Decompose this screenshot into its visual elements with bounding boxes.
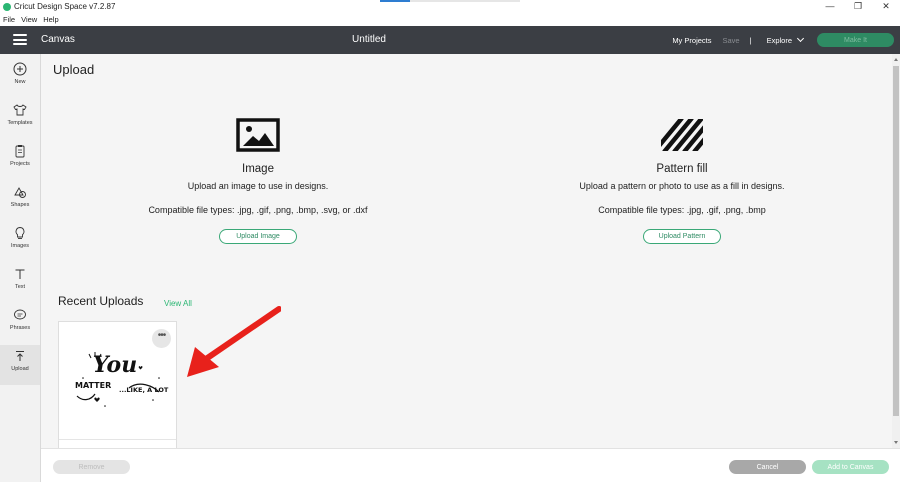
upload-thumbnail[interactable]: You MATTER ...LIKE, A LOT! bbox=[69, 348, 169, 416]
recent-uploads-heading: Recent Uploads bbox=[58, 294, 144, 308]
sidebar-item-new[interactable]: New bbox=[0, 58, 40, 98]
pattern-file-types: Compatible file types: .jpg, .gif, .png,… bbox=[598, 205, 766, 215]
window-title-bar: Cricut Design Space v7.2.87 — ❐ ✕ bbox=[0, 0, 900, 14]
explore-menu[interactable]: Explore bbox=[767, 36, 792, 45]
tshirt-icon bbox=[13, 104, 27, 116]
sidebar-item-label: Phrases bbox=[9, 325, 31, 331]
art-text-matter: MATTER bbox=[75, 381, 111, 390]
menu-file[interactable]: File bbox=[3, 14, 15, 26]
pattern-fill-icon bbox=[660, 118, 704, 152]
sidebar-item-upload[interactable]: Upload bbox=[0, 345, 40, 385]
left-sidebar: New Templates Projects Shapes Images Tex… bbox=[0, 54, 41, 482]
close-button[interactable]: ✕ bbox=[872, 0, 900, 14]
make-it-button[interactable]: Make It bbox=[817, 33, 894, 47]
app-root: Cricut Design Space v7.2.87 — ❐ ✕ File V… bbox=[0, 0, 900, 482]
shapes-icon bbox=[14, 187, 26, 198]
vertical-scrollbar[interactable] bbox=[892, 54, 900, 448]
tab-strip bbox=[380, 0, 520, 2]
recent-upload-card[interactable]: ••• You MATTER ...LIKE, A LOT! bbox=[58, 321, 177, 448]
tab-strip-active bbox=[380, 0, 410, 2]
sidebar-item-images[interactable]: Images bbox=[0, 222, 40, 262]
sidebar-item-templates[interactable]: Templates bbox=[0, 99, 40, 139]
app-header: Canvas Untitled My Projects Save | Explo… bbox=[0, 26, 900, 54]
red-annotation-arrow bbox=[187, 306, 281, 377]
save-button[interactable]: Save bbox=[723, 36, 740, 45]
pattern-heading: Pattern fill bbox=[656, 163, 708, 175]
pattern-description: Upload a pattern or photo to use as a fi… bbox=[579, 181, 785, 191]
clipboard-icon bbox=[15, 145, 25, 158]
upload-pattern-button[interactable]: Upload Pattern bbox=[643, 229, 721, 244]
image-icon bbox=[236, 118, 280, 152]
page-title: Upload bbox=[53, 62, 95, 77]
scroll-down-icon[interactable] bbox=[894, 441, 898, 444]
image-file-types: Compatible file types: .jpg, .gif, .png,… bbox=[148, 205, 368, 215]
plus-circle-icon bbox=[13, 62, 27, 76]
upload-panel: Upload Image Upload an image to use in d… bbox=[41, 54, 892, 448]
header-actions: My Projects Save | Explore Make It bbox=[672, 26, 900, 54]
scrollbar-thumb[interactable] bbox=[893, 66, 899, 416]
cancel-button[interactable]: Cancel bbox=[729, 460, 806, 474]
upload-image-button[interactable]: Upload Image bbox=[219, 229, 297, 244]
my-projects-link[interactable]: My Projects bbox=[672, 36, 711, 45]
art-text-like-a-lot: ...LIKE, A LOT! bbox=[119, 386, 169, 394]
sidebar-item-label: Templates bbox=[7, 120, 33, 126]
card-divider bbox=[59, 439, 176, 440]
remove-button[interactable]: Remove bbox=[53, 460, 130, 474]
sidebar-item-label: Shapes bbox=[10, 202, 30, 208]
menu-bar: File View Help bbox=[0, 14, 900, 26]
speech-bubble-icon bbox=[14, 309, 26, 320]
sidebar-item-label: Text bbox=[14, 284, 26, 290]
sidebar-item-label: Images bbox=[10, 243, 30, 249]
header-separator: | bbox=[749, 35, 752, 45]
sidebar-item-label: Upload bbox=[11, 366, 29, 372]
window-controls: — ❐ ✕ bbox=[816, 0, 900, 14]
upload-icon bbox=[16, 351, 24, 361]
document-title: Untitled bbox=[352, 34, 386, 45]
sidebar-item-text[interactable]: Text bbox=[0, 263, 40, 303]
art-text-you: You bbox=[93, 352, 137, 378]
lightbulb-icon bbox=[15, 227, 25, 239]
minimize-button[interactable]: — bbox=[816, 0, 844, 14]
pattern-upload-section: Pattern fill Upload a pattern or photo t… bbox=[502, 118, 862, 244]
app-logo-icon bbox=[3, 3, 11, 11]
scroll-up-icon[interactable] bbox=[894, 58, 898, 61]
window-title: Cricut Design Space v7.2.87 bbox=[14, 2, 116, 11]
restore-button[interactable]: ❐ bbox=[844, 0, 872, 14]
sidebar-item-phrases[interactable]: Phrases bbox=[0, 304, 40, 344]
image-upload-section: Image Upload an image to use in designs.… bbox=[78, 118, 438, 244]
sidebar-item-projects[interactable]: Projects bbox=[0, 140, 40, 180]
add-to-canvas-button[interactable]: Add to Canvas bbox=[812, 460, 889, 474]
more-options-icon[interactable]: ••• bbox=[152, 329, 171, 348]
sidebar-item-label: Projects bbox=[10, 161, 30, 167]
image-heading: Image bbox=[242, 163, 274, 175]
sidebar-item-shapes[interactable]: Shapes bbox=[0, 181, 40, 221]
menu-help[interactable]: Help bbox=[43, 14, 58, 26]
image-description: Upload an image to use in designs. bbox=[187, 181, 329, 191]
sidebar-item-label: New bbox=[14, 79, 26, 85]
menu-view[interactable]: View bbox=[21, 14, 37, 26]
footer-bar: Remove Cancel Add to Canvas bbox=[41, 448, 900, 482]
text-icon bbox=[15, 269, 25, 279]
chevron-down-icon bbox=[796, 34, 805, 43]
